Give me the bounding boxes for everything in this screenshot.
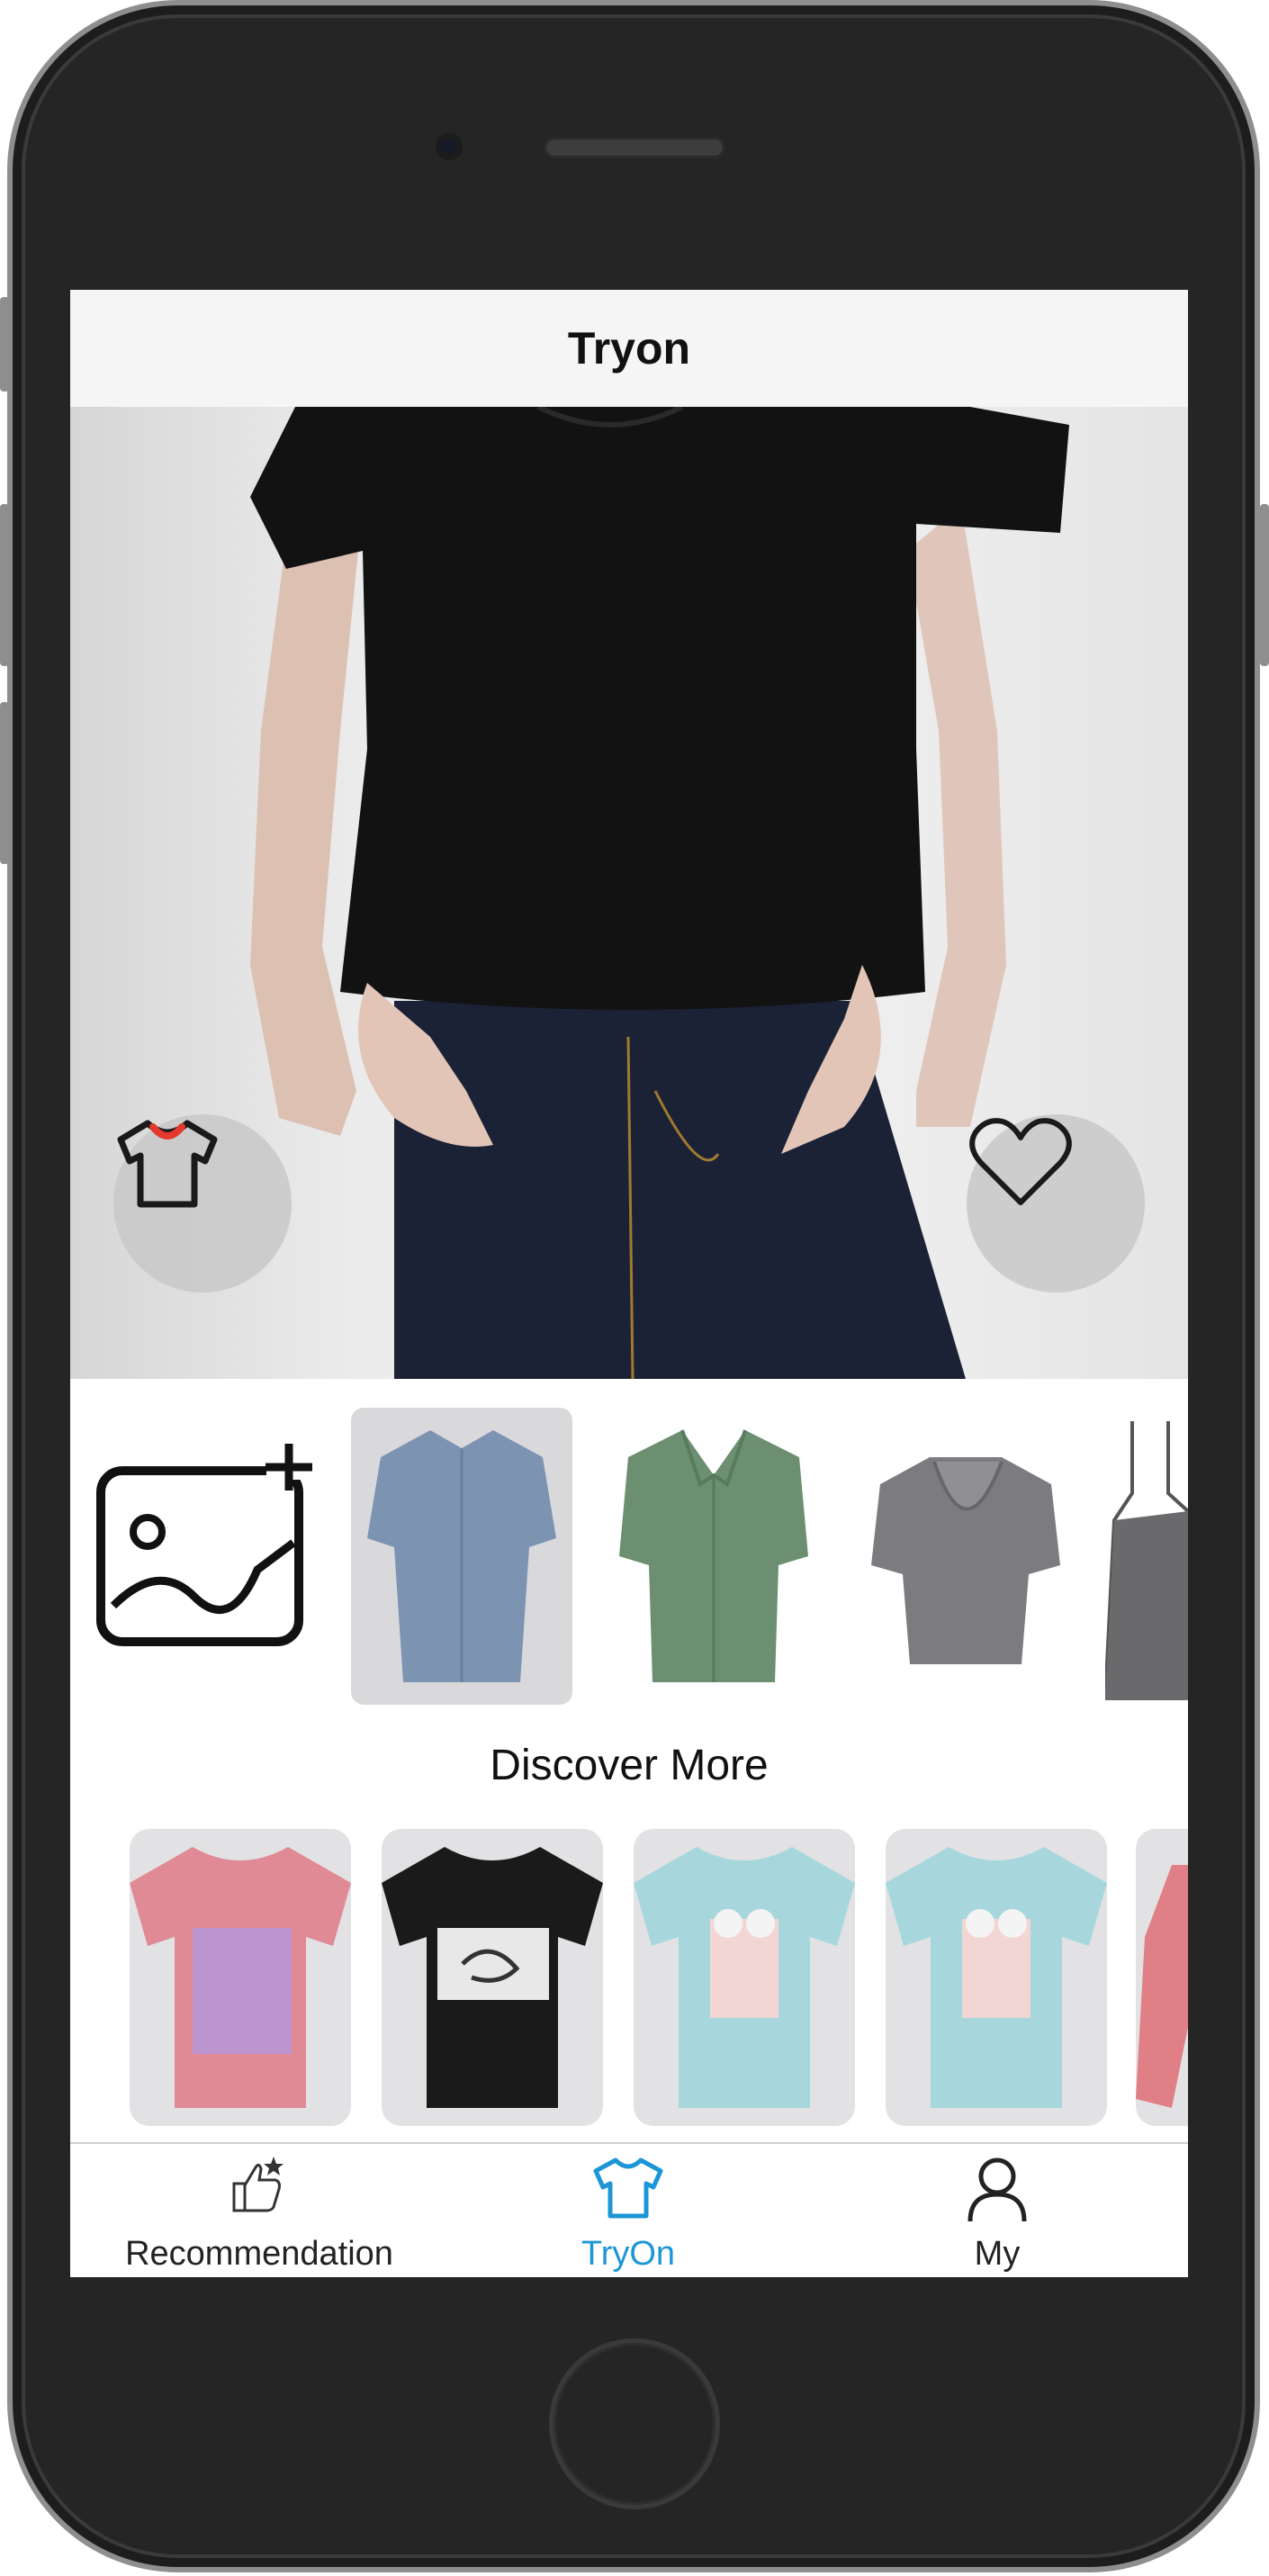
garment-item-2[interactable] [603,1408,824,1705]
page-title: Tryon [567,323,691,374]
tshirt-thumbnail [130,1847,351,2108]
discover-more-carousel [70,1829,1188,2126]
tshirt-icon [117,1120,218,1208]
tshirt-thumbnail [634,1847,855,2108]
home-button[interactable] [549,2338,720,2509]
navigation-bar: Tryon [70,290,1188,407]
tryon-model-image [70,407,1188,1379]
discover-item-2[interactable] [382,1829,603,2126]
tab-recommendation-label: Recommendation [125,2235,393,2273]
mute-switch [0,297,9,392]
garment-item-1[interactable] [351,1408,572,1705]
camisole-thumbnail [1105,1421,1188,1700]
garment-carousel [70,1399,1188,1705]
discover-item-4[interactable] [886,1829,1107,2126]
garment-thumbnail [1136,1865,1188,2108]
tab-tryon-label: TryOn [580,2235,676,2273]
tshirt-thumbnail [382,1847,603,2108]
power-button [1260,504,1269,666]
volume-down-button [0,702,9,864]
discover-item-3[interactable] [634,1829,855,2126]
discover-more-heading: Discover More [490,1742,769,1789]
garment-item-4[interactable] [1105,1408,1188,1705]
shirt-thumbnail [367,1430,556,1682]
discover-item-5[interactable] [1136,1829,1188,2126]
top-thumbnail [871,1457,1060,1664]
heart-icon [969,1118,1072,1205]
user-icon [968,2157,1027,2222]
garment-item-3[interactable] [855,1408,1076,1705]
earpiece-speaker [544,137,725,158]
add-photo-button[interactable] [95,1444,329,1651]
volume-up-button [0,504,9,666]
add-photo-icon [96,1444,312,1646]
favorite-button[interactable] [967,1114,1145,1293]
thumbs-up-icon [232,2157,284,2212]
shirt-thumbnail [619,1429,808,1682]
tshirt-icon [593,2157,663,2219]
change-garment-button[interactable] [113,1114,292,1293]
app-screen: Tryon Discover More Recommendation TryOn… [70,290,1188,2277]
tab-my-label: My [974,2235,1021,2273]
tshirt-thumbnail [886,1847,1107,2108]
tab-tryon[interactable]: TryOn [493,2144,763,2277]
front-camera [436,133,463,160]
tab-my[interactable]: My [880,2144,1114,2277]
tab-bar: Recommendation TryOn My [70,2142,1188,2277]
discover-item-1[interactable] [130,1829,351,2126]
tab-recommendation[interactable]: Recommendation [97,2144,421,2277]
